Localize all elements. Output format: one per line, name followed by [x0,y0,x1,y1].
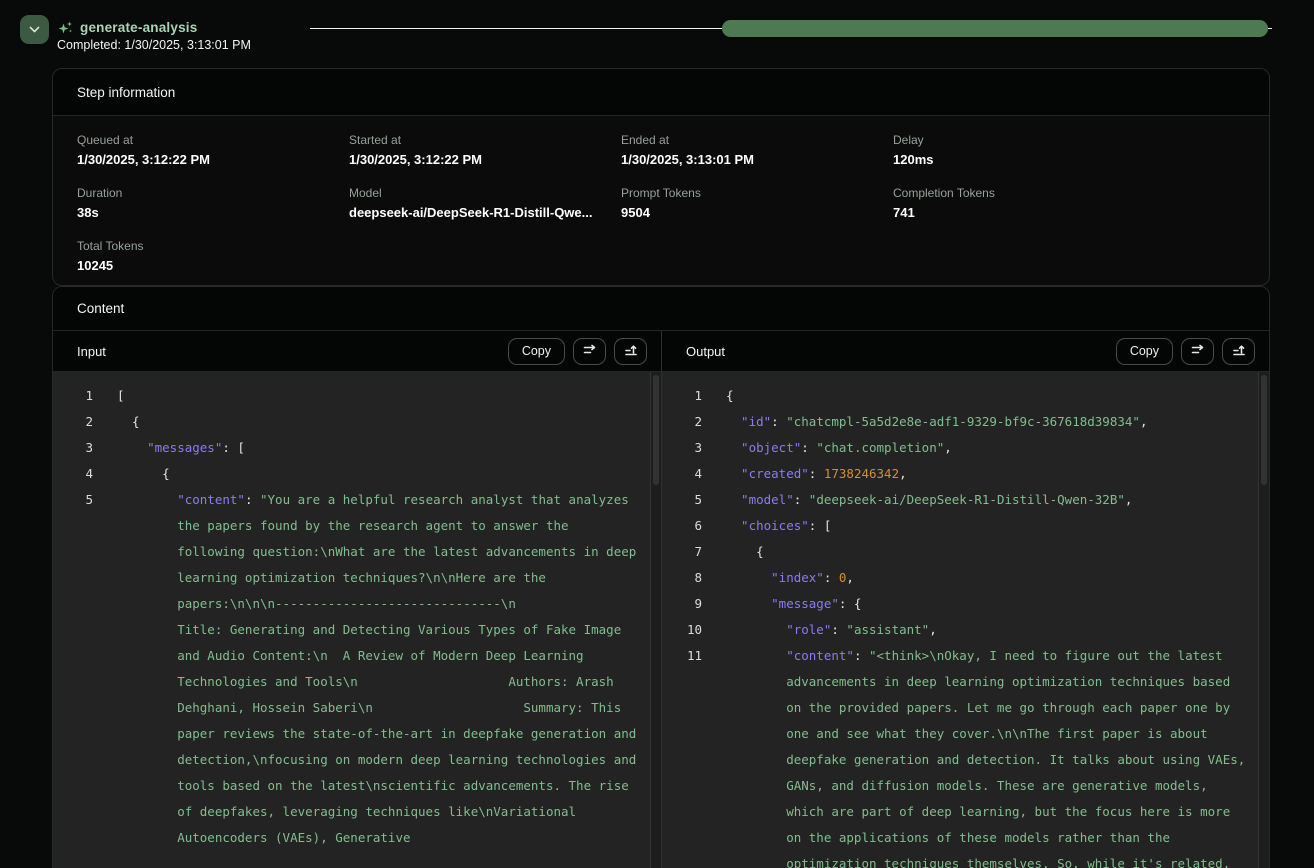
field-completion-tokens: Completion Tokens 741 [893,186,1165,220]
code-content: { [93,409,650,435]
line-number: 8 [662,565,702,591]
line-number: 4 [662,461,702,487]
code-line: 1{ [662,383,1258,409]
line-number: 5 [53,487,93,513]
code-line: 1[ [53,383,650,409]
line-number: 6 [662,513,702,539]
code-line: 2{ [53,409,650,435]
output-scrollbar-thumb[interactable] [1261,375,1267,485]
field-model: Model deepseek-ai/DeepSeek-R1-Distill-Qw… [349,186,621,220]
input-panel: Input Copy [53,331,661,868]
field-delay: Delay 120ms [893,133,1165,167]
line-number: 1 [53,383,93,409]
line-number: 5 [662,487,702,513]
line-number: 3 [53,435,93,461]
scroll-top-button[interactable] [1222,338,1255,365]
input-header: Input Copy [53,331,661,372]
field-total-tokens: Total Tokens 10245 [77,239,349,273]
code-content: "model": "deepseek-ai/DeepSeek-R1-Distil… [702,487,1258,513]
code-content: "index": 0, [702,565,1258,591]
step-name: generate-analysis [80,20,197,35]
input-title: Input [77,344,508,359]
code-line: 3"object": "chat.completion", [662,435,1258,461]
code-line: 9"message": { [662,591,1258,617]
copy-input-button[interactable]: Copy [508,338,565,365]
code-line: 2"id": "chatcmpl-5a5d2e8e-adf1-9329-bf9c… [662,409,1258,435]
output-header: Output Copy [662,331,1269,372]
input-json-viewer[interactable]: 1[2{3"messages": [4{5"content": "You are… [53,372,661,868]
code-line: 5"content": "You are a helpful research … [53,487,650,851]
code-content: "object": "chat.completion", [702,435,1258,461]
output-code-lines: 1{2"id": "chatcmpl-5a5d2e8e-adf1-9329-bf… [662,383,1258,868]
step-information-header: Step information [53,69,1269,116]
code-line: 8"index": 0, [662,565,1258,591]
code-content: "content": "<think>\nOkay, I need to fig… [702,643,1258,868]
input-scrollbar-thumb[interactable] [653,375,659,485]
output-panel: Output Copy [661,331,1269,868]
step-fields-grid: Queued at 1/30/2025, 3:12:22 PM Started … [53,116,1269,273]
code-line: 4{ [53,461,650,487]
field-ended-at: Ended at 1/30/2025, 3:13:01 PM [621,133,893,167]
step-completed-timestamp: Completed: 1/30/2025, 3:13:01 PM [57,38,251,52]
field-started-at: Started at 1/30/2025, 3:12:22 PM [349,133,621,167]
trace-step-header: generate-analysis Completed: 1/30/2025, … [0,0,1314,62]
code-content: "role": "assistant", [702,617,1258,643]
wrap-text-button[interactable] [1181,338,1214,365]
input-code-lines: 1[2{3"messages": [4{5"content": "You are… [53,383,650,851]
code-content: "messages": [ [93,435,650,461]
sparkles-icon [57,20,74,37]
step-information-title: Step information [77,85,175,100]
code-content: "message": { [702,591,1258,617]
code-line: 5"model": "deepseek-ai/DeepSeek-R1-Disti… [662,487,1258,513]
wrap-text-icon [1190,342,1206,361]
field-duration: Duration 38s [77,186,349,220]
input-output-split: Input Copy [53,331,1269,868]
code-content: "id": "chatcmpl-5a5d2e8e-adf1-9329-bf9c-… [702,409,1258,435]
code-line: 3"messages": [ [53,435,650,461]
line-number: 2 [53,409,93,435]
code-line: 11"content": "<think>\nOkay, I need to f… [662,643,1258,868]
line-number: 7 [662,539,702,565]
collapse-step-button[interactable] [20,15,49,44]
step-information-panel: Step information Queued at 1/30/2025, 3:… [52,68,1270,286]
wrap-text-button[interactable] [573,338,606,365]
code-line: 10"role": "assistant", [662,617,1258,643]
code-content: { [93,461,650,487]
code-line: 6"choices": [ [662,513,1258,539]
output-scrollbar[interactable] [1258,372,1269,868]
content-title: Content [77,301,124,316]
wrap-text-icon [582,342,598,361]
code-content: [ [93,383,650,409]
line-number: 9 [662,591,702,617]
code-content: "choices": [ [702,513,1258,539]
chevron-down-icon [28,23,41,36]
copy-output-button[interactable]: Copy [1116,338,1173,365]
code-content: { [702,539,1258,565]
field-prompt-tokens: Prompt Tokens 9504 [621,186,893,220]
code-line: 4"created": 1738246342, [662,461,1258,487]
scroll-top-icon [623,342,639,361]
line-number: 11 [662,643,702,669]
scroll-top-button[interactable] [614,338,647,365]
output-title: Output [686,344,1116,359]
scroll-top-icon [1231,342,1247,361]
line-number: 4 [53,461,93,487]
line-number: 2 [662,409,702,435]
line-number: 10 [662,617,702,643]
line-number: 3 [662,435,702,461]
code-content: "content": "You are a helpful research a… [93,487,650,851]
code-line: 7{ [662,539,1258,565]
timeline-track [310,12,1272,46]
input-scrollbar[interactable] [650,372,661,868]
timeline-duration-bar[interactable] [722,20,1268,37]
content-header: Content [53,287,1269,331]
field-queued-at: Queued at 1/30/2025, 3:12:22 PM [77,133,349,167]
line-number: 1 [662,383,702,409]
code-content: "created": 1738246342, [702,461,1258,487]
content-panel: Content Input Copy [52,286,1270,868]
output-json-viewer[interactable]: 1{2"id": "chatcmpl-5a5d2e8e-adf1-9329-bf… [662,372,1269,868]
code-content: { [702,383,1258,409]
